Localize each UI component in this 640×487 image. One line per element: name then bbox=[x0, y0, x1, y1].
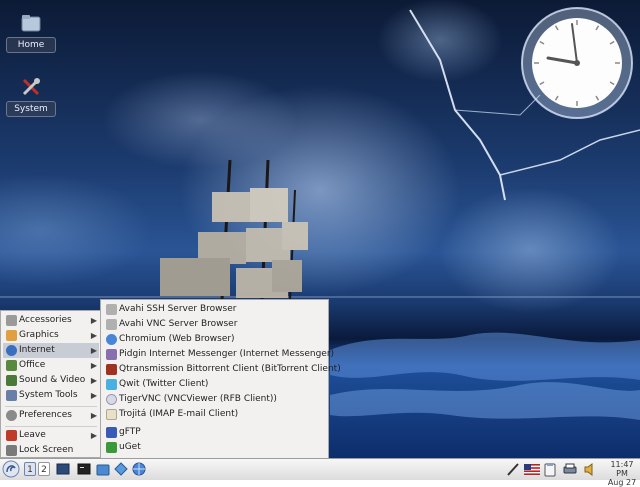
internet-globe-icon bbox=[6, 345, 17, 356]
network-tool-icon bbox=[106, 304, 117, 315]
submenu-item-label: Qwit (Twitter Client) bbox=[119, 379, 209, 389]
submenu-item-avahi-ssh[interactable]: Avahi SSH Server Browser bbox=[103, 302, 327, 317]
desktop-icon-label: System bbox=[6, 101, 56, 117]
menu-item-label: Preferences bbox=[19, 410, 72, 420]
internet-submenu: Avahi SSH Server Browser Avahi VNC Serve… bbox=[100, 299, 341, 459]
submenu-item-label: TigerVNC (VNCViewer (RFB Client)) bbox=[119, 394, 277, 404]
mail-client-icon bbox=[106, 409, 117, 420]
menu-item-system-tools[interactable]: System Tools ▶ bbox=[3, 388, 99, 403]
submenu-item-label: Avahi SSH Server Browser bbox=[119, 304, 237, 314]
ftp-download-icon bbox=[106, 427, 117, 438]
graphics-icon bbox=[6, 330, 17, 341]
chromium-icon bbox=[106, 334, 117, 345]
desktop-icon-home[interactable]: Home bbox=[6, 12, 56, 53]
menu-separator bbox=[5, 426, 97, 427]
clock-time: 11:47 PM bbox=[610, 460, 634, 478]
menu-item-label: System Tools bbox=[19, 390, 78, 400]
analog-clock-widget bbox=[521, 7, 633, 119]
chevron-right-icon: ▶ bbox=[90, 411, 97, 420]
submenu-item-chromium[interactable]: Chromium (Web Browser) bbox=[103, 332, 327, 347]
desktop-icon-label: Home bbox=[6, 37, 56, 53]
chevron-right-icon: ▶ bbox=[90, 316, 97, 325]
menu-separator bbox=[5, 406, 97, 407]
chevron-right-icon: ▶ bbox=[90, 361, 97, 370]
chevron-right-icon: ▶ bbox=[90, 331, 97, 340]
system-tools-icon bbox=[6, 390, 17, 401]
menu-item-lock-screen[interactable]: Lock Screen bbox=[3, 443, 99, 458]
menu-item-label: Graphics bbox=[19, 330, 59, 340]
menu-item-label: Sound & Video bbox=[19, 375, 86, 385]
taskbar-clock[interactable]: 11:47 PM Aug 27 bbox=[604, 460, 640, 487]
submenu-item-gftp[interactable]: gFTP bbox=[103, 425, 327, 440]
transmission-icon bbox=[106, 364, 117, 375]
menu-item-preferences[interactable]: Preferences ▶ bbox=[3, 408, 99, 423]
volume-icon[interactable] bbox=[583, 462, 597, 477]
home-folder-icon bbox=[21, 15, 41, 32]
menu-item-label: Accessories bbox=[19, 315, 72, 325]
submenu-item-label: gFTP bbox=[119, 427, 141, 437]
show-desktop-icon[interactable] bbox=[56, 462, 70, 477]
menu-item-label: Office bbox=[19, 360, 46, 370]
submenu-item-trojita[interactable]: Trojitá (IMAP E-mail Client) bbox=[103, 407, 327, 422]
submenu-item-label: Qtransmission Bittorrent Client (BitTorr… bbox=[119, 364, 341, 374]
us-flag-icon[interactable] bbox=[524, 464, 540, 475]
submenu-item-label: Chromium (Web Browser) bbox=[119, 334, 235, 344]
menu-item-leave[interactable]: Leave ▶ bbox=[3, 428, 99, 443]
chevron-right-icon: ▶ bbox=[90, 391, 97, 400]
submenu-item-qtransmission[interactable]: Qtransmission Bittorrent Client (BitTorr… bbox=[103, 362, 341, 377]
qwit-icon bbox=[106, 379, 117, 390]
desktop-icon-system[interactable]: System bbox=[6, 76, 56, 117]
chevron-right-icon: ▶ bbox=[90, 376, 97, 385]
submenu-item-tigervnc[interactable]: TigerVNC (VNCViewer (RFB Client)) bbox=[103, 392, 327, 407]
sound-video-icon bbox=[6, 375, 17, 386]
menu-item-graphics[interactable]: Graphics ▶ bbox=[3, 328, 99, 343]
chevron-right-icon: ▶ bbox=[90, 346, 97, 355]
submenu-item-label: Trojitá (IMAP E-mail Client) bbox=[119, 409, 239, 419]
menu-item-label: Internet bbox=[19, 345, 55, 355]
application-menu: Accessories ▶ Graphics ▶ Internet ▶ Offi… bbox=[0, 310, 102, 458]
clipboard-icon[interactable] bbox=[544, 462, 556, 477]
submenu-item-label: uGet bbox=[119, 442, 141, 452]
submenu-item-qwit[interactable]: Qwit (Twitter Client) bbox=[103, 377, 327, 392]
file-manager-icon[interactable] bbox=[96, 462, 110, 477]
web-browser-icon[interactable] bbox=[132, 462, 146, 477]
printer-icon[interactable] bbox=[563, 462, 577, 477]
office-icon bbox=[6, 360, 17, 371]
menu-item-office[interactable]: Office ▶ bbox=[3, 358, 99, 373]
main-menu-button[interactable] bbox=[2, 460, 20, 478]
menu-item-label: Leave bbox=[19, 430, 46, 440]
submenu-item-pidgin[interactable]: Pidgin Internet Messenger (Internet Mess… bbox=[103, 347, 334, 362]
settings-icon[interactable] bbox=[114, 462, 128, 477]
workspace-2-button[interactable]: 2 bbox=[38, 462, 50, 476]
taskbar: 1 2 11:47 PM Aug 27 bbox=[0, 458, 640, 487]
preferences-icon bbox=[6, 410, 17, 421]
system-tools-icon bbox=[22, 78, 40, 96]
submenu-item-label: Avahi VNC Server Browser bbox=[119, 319, 238, 329]
menu-item-internet[interactable]: Internet ▶ bbox=[3, 343, 99, 358]
pidgin-icon bbox=[106, 349, 117, 360]
network-tool-icon bbox=[106, 319, 117, 330]
vnc-icon bbox=[106, 394, 117, 405]
terminal-icon[interactable] bbox=[77, 462, 91, 477]
network-tool-icon[interactable] bbox=[506, 462, 520, 477]
submenu-item-avahi-vnc[interactable]: Avahi VNC Server Browser bbox=[103, 317, 327, 332]
submenu-item-label: Pidgin Internet Messenger (Internet Mess… bbox=[119, 349, 335, 359]
clock-date: Aug 27 bbox=[607, 478, 637, 487]
lock-screen-icon bbox=[6, 445, 17, 456]
uget-icon bbox=[106, 442, 117, 453]
workspace-1-button[interactable]: 1 bbox=[24, 462, 36, 476]
submenu-item-uget[interactable]: uGet bbox=[103, 440, 327, 455]
menu-item-label: Lock Screen bbox=[19, 445, 74, 455]
menu-item-sound-video[interactable]: Sound & Video ▶ bbox=[3, 373, 99, 388]
accessories-icon bbox=[6, 315, 17, 326]
chevron-right-icon: ▶ bbox=[90, 431, 97, 440]
leave-icon bbox=[6, 430, 17, 441]
menu-item-accessories[interactable]: Accessories ▶ bbox=[3, 313, 99, 328]
